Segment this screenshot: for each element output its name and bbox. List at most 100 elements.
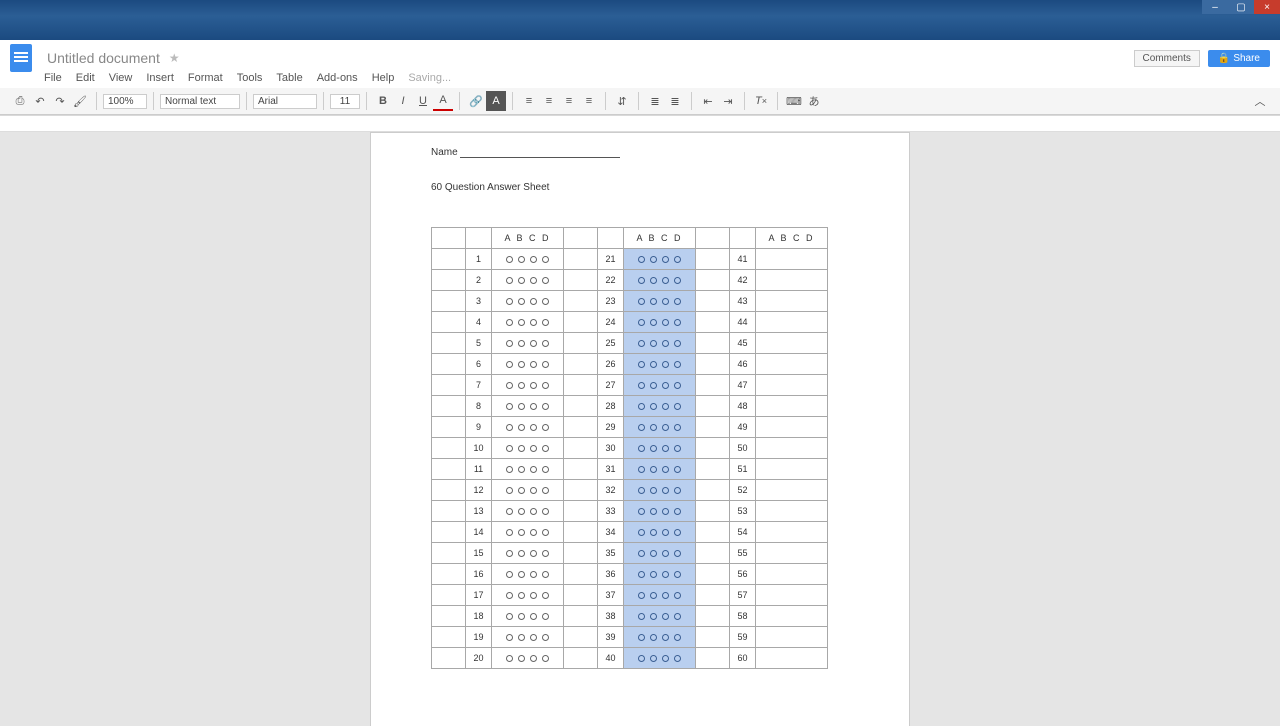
answer-bubble[interactable] (542, 508, 549, 515)
question-number[interactable]: 54 (730, 522, 756, 543)
answer-bubble[interactable] (530, 424, 537, 431)
table-cell-blank[interactable] (564, 459, 598, 480)
question-number[interactable]: 44 (730, 312, 756, 333)
bubble-cell[interactable] (492, 543, 564, 564)
question-number[interactable]: 26 (598, 354, 624, 375)
answer-bubble[interactable] (650, 634, 657, 641)
table-cell-blank[interactable] (432, 312, 466, 333)
answer-bubble[interactable] (638, 655, 645, 662)
bubble-cell[interactable] (492, 333, 564, 354)
docs-logo-icon[interactable] (10, 44, 32, 72)
table-cell-blank[interactable] (696, 564, 730, 585)
table-header-blank[interactable] (598, 228, 624, 249)
answer-bubble[interactable] (542, 382, 549, 389)
answer-bubble[interactable] (662, 508, 669, 515)
answer-bubble[interactable] (662, 298, 669, 305)
table-cell-blank[interactable] (564, 606, 598, 627)
answer-bubble[interactable] (542, 613, 549, 620)
answer-bubble[interactable] (518, 445, 525, 452)
question-number[interactable]: 52 (730, 480, 756, 501)
font-size-select[interactable]: 11 (330, 94, 360, 109)
bubble-cell[interactable] (756, 438, 828, 459)
answer-bubble[interactable] (650, 382, 657, 389)
answer-bubble[interactable] (506, 361, 513, 368)
table-cell-blank[interactable] (564, 417, 598, 438)
bubble-cell[interactable] (756, 585, 828, 606)
bubble-cell[interactable] (492, 375, 564, 396)
answer-bubble[interactable] (530, 613, 537, 620)
question-number[interactable]: 28 (598, 396, 624, 417)
question-number[interactable]: 11 (466, 459, 492, 480)
answer-bubble[interactable] (518, 340, 525, 347)
question-number[interactable]: 30 (598, 438, 624, 459)
answer-bubble[interactable] (506, 529, 513, 536)
answer-bubble[interactable] (542, 424, 549, 431)
bubble-cell[interactable] (756, 417, 828, 438)
bubble-cell[interactable] (756, 522, 828, 543)
table-row[interactable]: 113151 (432, 459, 828, 480)
document-canvas[interactable]: Name 60 Question Answer Sheet A B C DA B… (0, 132, 1280, 726)
answer-bubble[interactable] (674, 571, 681, 578)
question-number[interactable]: 34 (598, 522, 624, 543)
star-icon[interactable]: ★ (169, 51, 180, 65)
answer-bubble[interactable] (530, 487, 537, 494)
question-number[interactable]: 60 (730, 648, 756, 669)
table-cell-blank[interactable] (564, 480, 598, 501)
answer-bubble[interactable] (650, 571, 657, 578)
table-cell-blank[interactable] (432, 438, 466, 459)
table-cell-blank[interactable] (432, 606, 466, 627)
bubble-cell[interactable] (756, 375, 828, 396)
ime-icon[interactable]: あ (804, 91, 824, 111)
table-cell-blank[interactable] (564, 249, 598, 270)
answer-bubble[interactable] (518, 277, 525, 284)
answer-bubble[interactable] (662, 550, 669, 557)
bubble-cell[interactable] (492, 249, 564, 270)
answer-bubble[interactable] (518, 466, 525, 473)
name-input-line[interactable] (460, 148, 620, 158)
question-number[interactable]: 35 (598, 543, 624, 564)
answer-bubble[interactable] (650, 445, 657, 452)
answer-bubble[interactable] (662, 403, 669, 410)
answer-bubble[interactable] (506, 613, 513, 620)
answer-bubble[interactable] (506, 508, 513, 515)
answer-bubble[interactable] (542, 571, 549, 578)
bubble-cell[interactable] (492, 501, 564, 522)
table-cell-blank[interactable] (432, 417, 466, 438)
question-number[interactable]: 27 (598, 375, 624, 396)
table-header-letters[interactable]: A B C D (624, 228, 696, 249)
answer-bubble[interactable] (638, 634, 645, 641)
table-cell-blank[interactable] (696, 396, 730, 417)
answer-bubble[interactable] (518, 298, 525, 305)
answer-bubble[interactable] (542, 634, 549, 641)
question-number[interactable]: 7 (466, 375, 492, 396)
answer-bubble[interactable] (518, 634, 525, 641)
table-row[interactable]: 193959 (432, 627, 828, 648)
table-cell-blank[interactable] (696, 375, 730, 396)
answer-bubble[interactable] (506, 550, 513, 557)
answer-bubble[interactable] (518, 487, 525, 494)
answer-bubble[interactable] (530, 445, 537, 452)
answer-bubble[interactable] (530, 361, 537, 368)
answer-bubble[interactable] (662, 655, 669, 662)
question-number[interactable]: 40 (598, 648, 624, 669)
answer-bubble[interactable] (638, 361, 645, 368)
bubble-cell[interactable] (624, 522, 696, 543)
document-title[interactable]: Untitled document (44, 49, 163, 67)
font-select[interactable]: Arial (253, 94, 317, 109)
answer-bubble[interactable] (518, 256, 525, 263)
table-cell-blank[interactable] (696, 543, 730, 564)
table-row[interactable]: 32343 (432, 291, 828, 312)
question-number[interactable]: 17 (466, 585, 492, 606)
question-number[interactable]: 57 (730, 585, 756, 606)
answer-bubble[interactable] (674, 487, 681, 494)
bubble-cell[interactable] (624, 543, 696, 564)
menu-addons[interactable]: Add-ons (317, 72, 358, 84)
question-number[interactable]: 29 (598, 417, 624, 438)
question-number[interactable]: 46 (730, 354, 756, 375)
answer-bubble[interactable] (530, 319, 537, 326)
question-number[interactable]: 59 (730, 627, 756, 648)
answer-bubble[interactable] (650, 529, 657, 536)
question-number[interactable]: 37 (598, 585, 624, 606)
answer-bubble[interactable] (530, 571, 537, 578)
answer-bubble[interactable] (506, 403, 513, 410)
